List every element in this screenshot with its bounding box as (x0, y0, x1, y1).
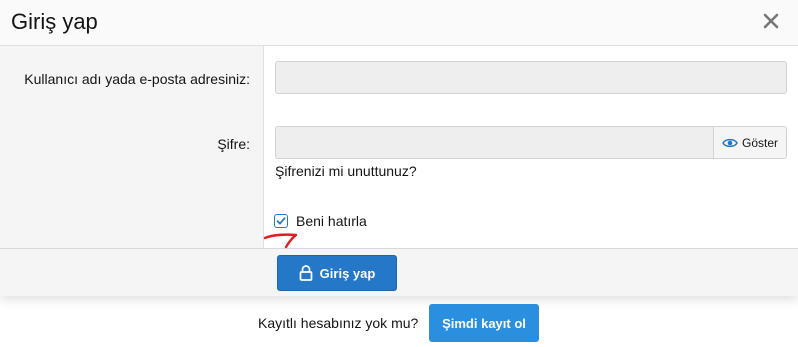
login-button[interactable]: Giriş yap (277, 255, 397, 291)
register-row: Kayıtlı hesabınız yok mu? Şimdi kayıt ol (0, 304, 798, 342)
register-button[interactable]: Şimdi kayıt ol (429, 304, 539, 342)
remember-me-checkbox[interactable]: Beni hatırla (274, 213, 367, 229)
red-annotation-mark (263, 233, 298, 249)
register-prompt: Kayıtlı hesabınız yok mu? (258, 315, 419, 331)
show-password-button[interactable]: Göster (713, 126, 787, 159)
password-label: Şifre: (217, 136, 250, 152)
remember-me-label: Beni hatırla (296, 213, 367, 229)
login-dialog: Giriş yap Kullanıcı adı yada e-posta adr… (0, 0, 798, 296)
dialog-title: Giriş yap (11, 9, 98, 34)
forgot-password-link[interactable]: Şifrenizi mi unuttunuz? (275, 163, 417, 179)
check-icon (276, 217, 286, 225)
checkbox-box[interactable] (274, 214, 288, 228)
dialog-header: Giriş yap (0, 0, 798, 46)
username-label: Kullanıcı adı yada e-posta adresiniz: (24, 71, 250, 87)
login-button-label: Giriş yap (319, 265, 376, 281)
dialog-body: Kullanıcı adı yada e-posta adresiniz: Şi… (0, 46, 798, 249)
password-input[interactable] (275, 126, 714, 159)
dialog-footer: Giriş yap (0, 249, 798, 296)
close-icon (763, 13, 779, 29)
show-password-label: Göster (741, 135, 778, 150)
eye-icon (722, 138, 738, 147)
username-input[interactable] (275, 61, 787, 94)
lock-icon (299, 265, 313, 281)
label-column: Kullanıcı adı yada e-posta adresiniz: Şi… (0, 46, 264, 248)
close-button[interactable] (760, 10, 782, 32)
